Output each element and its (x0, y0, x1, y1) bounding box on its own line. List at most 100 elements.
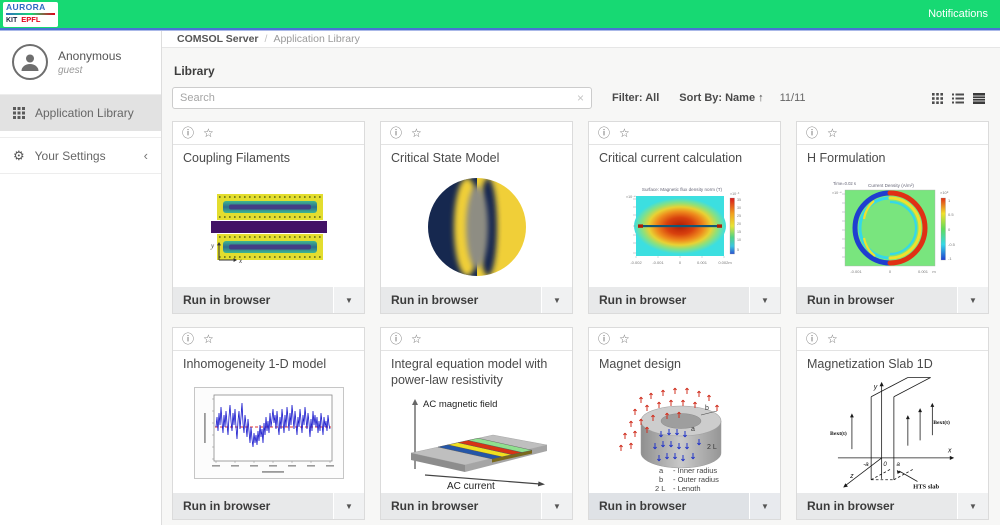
detail-view-icon[interactable] (973, 93, 985, 104)
aurora-logo: AURORA KIT EPFL (3, 2, 58, 27)
run-options-dropdown[interactable]: ▼ (334, 287, 364, 313)
run-in-browser-button[interactable]: Run in browser (589, 287, 749, 313)
x-tick: 0 (888, 269, 891, 274)
legend-key: a (659, 466, 664, 475)
run-options-dropdown[interactable]: ▼ (750, 287, 780, 313)
grid-view-icon[interactable] (932, 93, 943, 104)
x-tick: 0 (678, 260, 681, 265)
caret-down-icon: ▼ (969, 502, 977, 511)
b-ext-right-label: Bext(t) (933, 419, 950, 426)
x-tick: m (932, 269, 936, 274)
star-icon[interactable]: ☆ (411, 127, 422, 139)
caret-down-icon: ▼ (761, 296, 769, 305)
y-axis-exponent: ×10⁻⁴ (832, 191, 842, 195)
breadcrumb-root[interactable]: COMSOL Server (177, 33, 259, 45)
legend-key: b (659, 475, 663, 484)
star-icon[interactable]: ☆ (827, 333, 838, 345)
run-options-dropdown[interactable]: ▼ (958, 287, 988, 313)
colorbar-tick: 20 (737, 222, 741, 226)
app-thumbnail: AC magnetic field (381, 389, 572, 493)
info-icon[interactable]: ⓘ (598, 127, 610, 139)
run-in-browser-button[interactable]: Run in browser (381, 493, 541, 519)
colorbar-tick: 25 (737, 214, 741, 218)
sidebar-item-your-settings[interactable]: ⚙ Your Settings ‹ (0, 137, 161, 174)
logo-epfl-text: EPFL (21, 16, 40, 24)
field-label: AC magnetic field (423, 399, 497, 410)
axis-y-label: y (210, 242, 215, 250)
colorbar-tick: 35 (737, 198, 741, 202)
star-icon[interactable]: ☆ (827, 127, 838, 139)
sort-control[interactable]: Sort By: Name ↑ (679, 92, 763, 104)
notifications-link[interactable]: Notifications (928, 8, 988, 20)
sidebar-item-label: Your Settings (35, 149, 106, 163)
star-icon[interactable]: ☆ (619, 333, 630, 345)
colorbar-tick: 0 (948, 227, 951, 232)
info-icon[interactable]: ⓘ (390, 127, 402, 139)
info-icon[interactable]: ⓘ (182, 127, 194, 139)
legend-key: 2 L (655, 484, 665, 491)
x-tick: 0.002m (718, 260, 732, 265)
time-label: Time=0.02 s (833, 181, 856, 186)
run-in-browser-button[interactable]: Run in browser (589, 493, 749, 519)
tick-zero: 0 (883, 461, 887, 468)
x-tick: -0.001 (652, 260, 664, 265)
app-card-h-formulation: ⓘ ☆ H Formulation (796, 121, 989, 314)
run-options-dropdown[interactable]: ▼ (542, 493, 572, 519)
run-options-dropdown[interactable]: ▼ (334, 493, 364, 519)
a-marker: a (691, 426, 695, 433)
chevron-left-icon[interactable]: ‹ (144, 148, 148, 163)
colorbar-tick: 0.5 (948, 212, 954, 217)
star-icon[interactable]: ☆ (203, 333, 214, 345)
grid-icon (13, 107, 25, 119)
app-card-critical-current-calculation: ⓘ ☆ Critical current calculation (588, 121, 781, 314)
search-input[interactable] (180, 92, 577, 104)
app-card-integral-equation-model: ⓘ ☆ Integral equation model with power-l… (380, 327, 573, 520)
search-box[interactable]: × (172, 87, 592, 109)
app-thumbnail: Time=0.02 s Current Density (A/m²) ×10⁻⁴ (797, 168, 988, 287)
colorbar-tick: -1 (948, 256, 952, 261)
filter-control[interactable]: Filter: All (612, 92, 659, 104)
gear-icon: ⚙ (13, 148, 25, 164)
app-thumbnail: y x z -a 0 a Bext(t) Bext(t) HTS (797, 374, 988, 493)
caret-down-icon: ▼ (761, 502, 769, 511)
run-options-dropdown[interactable]: ▼ (750, 493, 780, 519)
run-in-browser-button[interactable]: Run in browser (381, 287, 541, 313)
hts-slab-label: HTS slab (913, 484, 939, 491)
run-in-browser-button[interactable]: Run in browser (797, 287, 957, 313)
breadcrumb-current: Application Library (273, 33, 359, 45)
b-ext-left-label: Bext(t) (830, 430, 847, 437)
colorbar-exponent: ×10⁻³ (730, 192, 740, 196)
info-icon[interactable]: ⓘ (806, 127, 818, 139)
info-icon[interactable]: ⓘ (598, 333, 610, 345)
colorbar-tick: 5 (737, 248, 739, 252)
star-icon[interactable]: ☆ (203, 127, 214, 139)
clear-search-icon[interactable]: × (577, 91, 584, 105)
run-options-dropdown[interactable]: ▼ (958, 493, 988, 519)
sidebar-item-application-library[interactable]: Application Library (0, 94, 161, 131)
x-tick: 0.001 (696, 260, 707, 265)
avatar (12, 44, 48, 80)
info-icon[interactable]: ⓘ (390, 333, 402, 345)
run-options-dropdown[interactable]: ▼ (542, 287, 572, 313)
info-icon[interactable]: ⓘ (182, 333, 194, 345)
app-title: Integral equation model with power-law r… (381, 351, 572, 389)
run-in-browser-button[interactable]: Run in browser (173, 287, 333, 313)
info-icon[interactable]: ⓘ (806, 333, 818, 345)
run-in-browser-button[interactable]: Run in browser (797, 493, 957, 519)
breadcrumb-separator: / (265, 33, 268, 45)
y-axis-exponent: ×10⁻⁴ (626, 195, 636, 199)
star-icon[interactable]: ☆ (619, 127, 630, 139)
star-icon[interactable]: ☆ (411, 333, 422, 345)
sidebar-item-label: Application Library (35, 106, 134, 120)
axis-x-label: x (947, 448, 952, 455)
list-view-icon[interactable] (952, 93, 964, 104)
colorbar-tick: 1 (948, 198, 951, 203)
app-card-magnetization-slab-1d: ⓘ ☆ Magnetization Slab 1D (796, 327, 989, 520)
current-label: AC current (447, 481, 495, 491)
legend-value: - Outer radius (673, 475, 719, 484)
breadcrumb: COMSOL Server / Application Library (162, 31, 1000, 48)
run-in-browser-button[interactable]: Run in browser (173, 493, 333, 519)
user-panel: Anonymous guest (0, 31, 161, 94)
app-thumbnail: b a 2 L a - Inner radius b - Outer radiu… (589, 374, 780, 493)
app-title: Magnetization Slab 1D (797, 351, 988, 374)
